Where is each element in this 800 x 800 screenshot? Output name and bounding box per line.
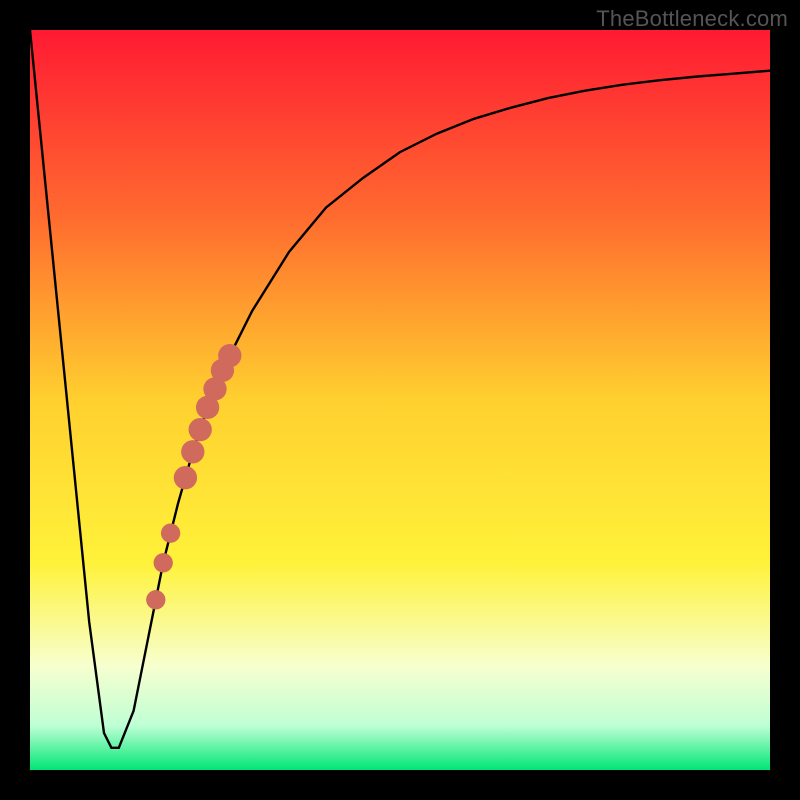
- curve-marker: [181, 440, 204, 463]
- watermark-text: TheBottleneck.com: [596, 6, 788, 32]
- bottleneck-chart: [0, 0, 800, 800]
- chart-background: [30, 30, 770, 770]
- curve-marker: [218, 344, 241, 367]
- curve-marker: [174, 466, 197, 489]
- curve-marker: [146, 590, 165, 609]
- curve-marker: [189, 418, 212, 441]
- curve-marker: [154, 553, 173, 572]
- chart-stage: TheBottleneck.com: [0, 0, 800, 800]
- curve-marker: [161, 524, 180, 543]
